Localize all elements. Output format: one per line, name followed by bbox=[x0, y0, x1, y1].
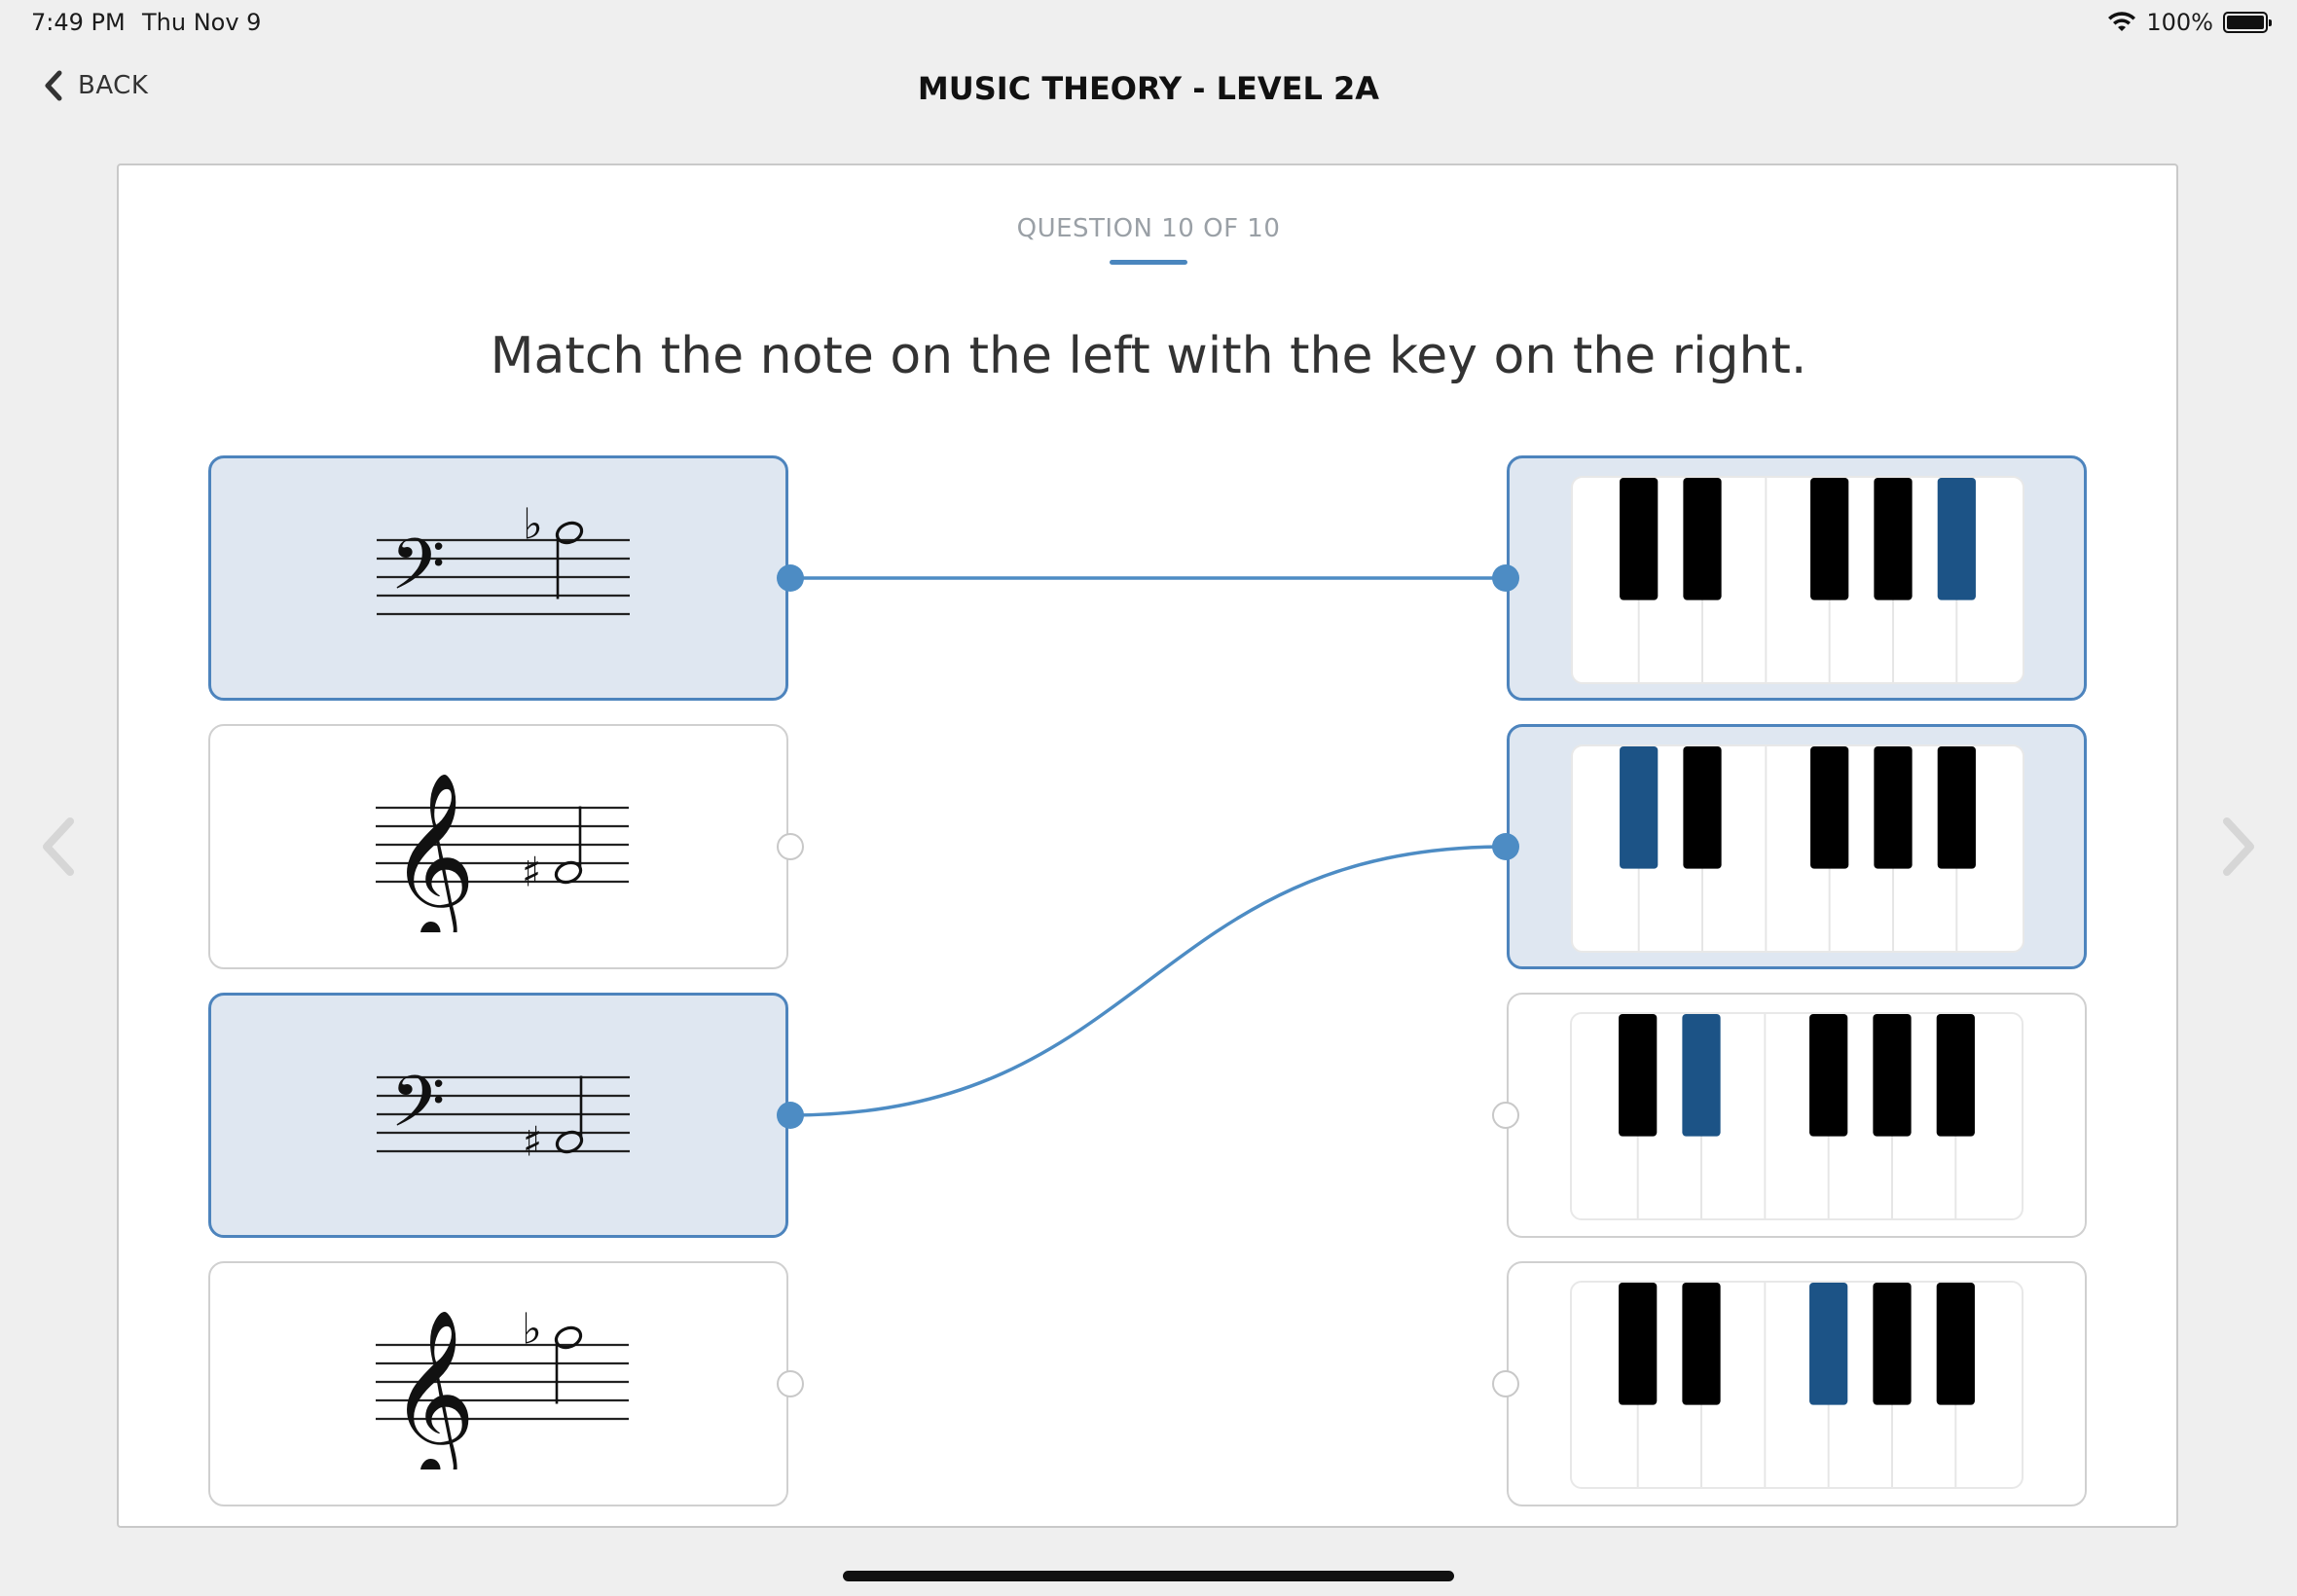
black-key bbox=[1682, 1283, 1721, 1405]
bass-clef-icon: 𝄢 bbox=[390, 1060, 446, 1160]
treble-clef-icon: 𝄞 bbox=[389, 772, 476, 932]
black-key bbox=[1620, 478, 1659, 600]
key-connector-dot[interactable] bbox=[1492, 1370, 1519, 1397]
black-key bbox=[1936, 1014, 1975, 1137]
flat-accidental-icon: ♭ bbox=[522, 1305, 542, 1355]
key-connector-dot[interactable] bbox=[1492, 564, 1519, 592]
bass-clef-c-sharp-note: 𝄢 ♯ bbox=[377, 1060, 630, 1166]
piano-keyboard bbox=[1571, 476, 2024, 684]
key-connector-dot[interactable] bbox=[1492, 1102, 1519, 1129]
black-key bbox=[1874, 746, 1913, 869]
key-connector-dot[interactable] bbox=[1492, 833, 1519, 860]
note-option-2[interactable]: 𝄞 ♯ bbox=[208, 724, 788, 969]
highlighted-black-key bbox=[1937, 478, 1976, 600]
treble-clef-e-flat-note: 𝄞 ♭ bbox=[376, 1305, 629, 1469]
note-option-4[interactable]: 𝄞 ♭ bbox=[208, 1261, 788, 1506]
black-key bbox=[1683, 478, 1722, 600]
black-key bbox=[1874, 478, 1913, 600]
black-key bbox=[1683, 746, 1722, 869]
black-key bbox=[1873, 1283, 1912, 1405]
black-key bbox=[1619, 1014, 1658, 1137]
note-connector-dot[interactable] bbox=[777, 833, 804, 860]
piano-keyboard bbox=[1571, 744, 2024, 953]
sharp-accidental-icon: ♯ bbox=[523, 1118, 542, 1166]
black-key bbox=[1810, 478, 1849, 600]
key-option-2[interactable] bbox=[1507, 724, 2087, 969]
key-option-3[interactable] bbox=[1507, 993, 2087, 1238]
highlighted-black-key bbox=[1809, 1283, 1848, 1405]
note-connector-dot[interactable] bbox=[777, 564, 804, 592]
piano-keyboard bbox=[1570, 1281, 2024, 1489]
highlighted-black-key bbox=[1620, 746, 1659, 869]
match-line bbox=[789, 845, 1507, 1117]
bass-clef-b-flat-note: 𝄢 ♭ bbox=[377, 500, 630, 623]
black-key bbox=[1810, 746, 1849, 869]
bass-clef-icon: 𝄢 bbox=[390, 523, 446, 623]
flat-accidental-icon: ♭ bbox=[523, 500, 543, 550]
highlighted-black-key bbox=[1682, 1014, 1721, 1137]
black-key bbox=[1873, 1014, 1912, 1137]
treble-clef-f-sharp-note: 𝄞 ♯ bbox=[376, 772, 629, 932]
treble-clef-icon: 𝄞 bbox=[389, 1309, 476, 1469]
key-option-1[interactable] bbox=[1507, 455, 2087, 701]
note-option-1[interactable]: 𝄢 ♭ bbox=[208, 455, 788, 701]
black-key bbox=[1937, 746, 1976, 869]
home-indicator bbox=[843, 1571, 1454, 1581]
sharp-accidental-icon: ♯ bbox=[522, 849, 541, 896]
note-option-3[interactable]: 𝄢 ♯ bbox=[208, 993, 788, 1238]
black-key bbox=[1619, 1283, 1658, 1405]
note-connector-dot[interactable] bbox=[777, 1102, 804, 1129]
black-key bbox=[1936, 1283, 1975, 1405]
note-connector-dot[interactable] bbox=[777, 1370, 804, 1397]
piano-keyboard bbox=[1570, 1012, 2024, 1220]
black-key bbox=[1809, 1014, 1848, 1137]
key-option-4[interactable] bbox=[1507, 1261, 2087, 1506]
